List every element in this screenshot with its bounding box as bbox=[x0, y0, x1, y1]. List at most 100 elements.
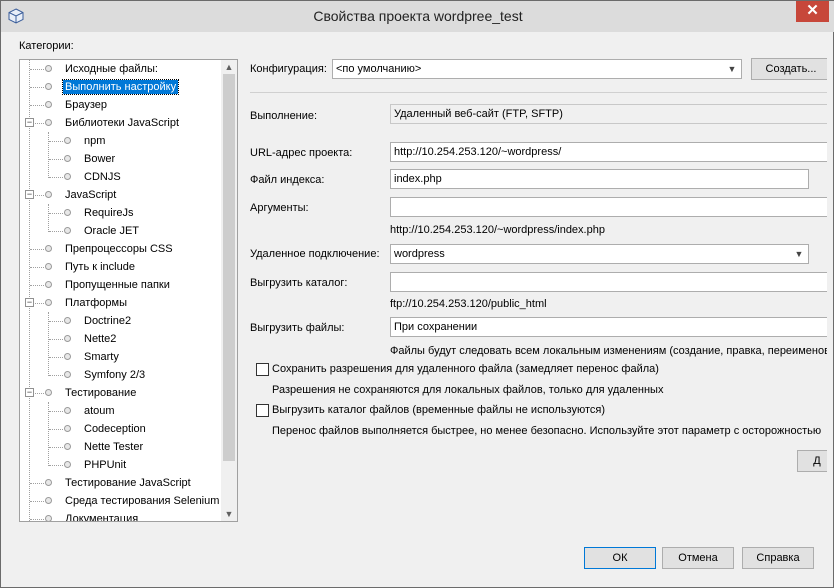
collapse-icon[interactable]: − bbox=[25, 190, 34, 199]
tree-item-javascript[interactable]: − JavaScript bbox=[20, 186, 220, 204]
tree-item-oracle-jet[interactable]: Oracle JET bbox=[20, 222, 220, 240]
tree-item-source-files[interactable]: Исходные файлы: bbox=[20, 60, 220, 78]
tree-item-doctrine2[interactable]: Doctrine2 bbox=[20, 312, 220, 330]
project-url-label: URL-адрес проекта: bbox=[250, 147, 353, 159]
arguments-label: Аргументы: bbox=[250, 202, 309, 214]
tree-node-bullet-icon bbox=[64, 137, 71, 144]
chevron-down-icon[interactable]: ▼ bbox=[724, 61, 740, 77]
tree-item-label: Среда тестирования Selenium bbox=[65, 495, 220, 507]
tree-node-bullet-icon bbox=[64, 155, 71, 162]
tree-item-label: Bower bbox=[84, 153, 116, 165]
preserve-permissions-checkbox[interactable] bbox=[256, 363, 269, 376]
tree-item-requirejs[interactable]: RequireJs bbox=[20, 204, 220, 222]
create-configuration-button[interactable]: Создать... bbox=[751, 58, 827, 80]
tree-item-label: Путь к include bbox=[65, 261, 135, 273]
tree-node-bullet-icon bbox=[64, 317, 71, 324]
tree-item-atoum[interactable]: atoum bbox=[20, 402, 220, 420]
scrollbar-thumb[interactable] bbox=[223, 74, 235, 461]
tree-node-bullet-icon bbox=[45, 515, 52, 521]
preserve-permissions-hint: Разрешения не сохраняются для локальных … bbox=[272, 384, 664, 396]
advanced-button[interactable]: Д bbox=[797, 450, 827, 472]
index-file-input[interactable]: index.php bbox=[390, 169, 809, 189]
project-url-value: http://10.254.253.120/~wordpress/ bbox=[394, 146, 562, 158]
tree-item-label: npm bbox=[84, 135, 106, 147]
ok-button[interactable]: ОК bbox=[584, 547, 656, 569]
tree-item-js-testing[interactable]: Тестирование JavaScript bbox=[20, 474, 220, 492]
tree-item-label: Nette Tester bbox=[84, 441, 144, 453]
preserve-permissions-label: Сохранить разрешения для удаленного файл… bbox=[272, 363, 659, 375]
remote-connection-combo[interactable]: wordpress ▼ bbox=[390, 244, 809, 264]
tree-item-run-configuration[interactable]: Выполнить настройку bbox=[20, 78, 220, 96]
categories-tree[interactable]: Исходные файлы: Выполнить настройку Брау… bbox=[19, 59, 238, 522]
project-url-input[interactable]: http://10.254.253.120/~wordpress/ bbox=[390, 142, 827, 162]
title-bar[interactable]: Свойства проекта wordpree_test ✕ bbox=[1, 1, 834, 32]
tree-node-bullet-icon bbox=[64, 173, 71, 180]
upload-directly-hint: Перенос файлов выполняется быстрее, но м… bbox=[272, 425, 822, 437]
upload-files-value: При сохранении bbox=[394, 321, 478, 333]
upload-directory-input[interactable] bbox=[390, 272, 827, 292]
tree-item-label: CDNJS bbox=[84, 171, 121, 183]
cancel-button[interactable]: Отмена bbox=[662, 547, 734, 569]
separator bbox=[250, 92, 827, 93]
upload-files-label: Выгрузить файлы: bbox=[250, 322, 345, 334]
tree-item-smarty[interactable]: Smarty bbox=[20, 348, 220, 366]
tree-item-cdnjs[interactable]: CDNJS bbox=[20, 168, 220, 186]
tree-item-symfony[interactable]: Symfony 2/3 bbox=[20, 366, 220, 384]
run-as-value: Удаленный веб-сайт (FTP, SFTP) bbox=[394, 108, 563, 120]
tree-item-label: Браузер bbox=[65, 99, 107, 111]
upload-directly-checkbox[interactable] bbox=[256, 404, 269, 417]
arguments-input[interactable] bbox=[390, 197, 827, 217]
dialog-window: Свойства проекта wordpree_test ✕ Категор… bbox=[0, 0, 834, 588]
tree-item-nette2[interactable]: Nette2 bbox=[20, 330, 220, 348]
tree-node-bullet-icon bbox=[45, 65, 52, 72]
tree-item-testing[interactable]: − Тестирование bbox=[20, 384, 220, 402]
collapse-icon[interactable]: − bbox=[25, 388, 34, 397]
tree-item-css-preprocessors[interactable]: Препроцессоры CSS bbox=[20, 240, 220, 258]
tree-node-bullet-icon bbox=[64, 461, 71, 468]
tree-node-bullet-icon bbox=[64, 443, 71, 450]
tree-item-label: Тестирование JavaScript bbox=[65, 477, 191, 489]
tree-node-bullet-icon bbox=[64, 371, 71, 378]
tree-item-js-libraries[interactable]: − Библиотеки JavaScript bbox=[20, 114, 220, 132]
collapse-icon[interactable]: − bbox=[25, 118, 34, 127]
upload-files-combo[interactable]: При сохранении bbox=[390, 317, 827, 337]
scroll-up-arrow-icon[interactable]: ▲ bbox=[221, 60, 237, 74]
tree-item-label: Исходные файлы: bbox=[65, 63, 158, 75]
remote-connection-label: Удаленное подключение: bbox=[250, 248, 380, 260]
run-as-field[interactable]: Удаленный веб-сайт (FTP, SFTP) bbox=[390, 104, 827, 124]
tree-item-bower[interactable]: Bower bbox=[20, 150, 220, 168]
collapse-icon[interactable]: − bbox=[25, 298, 34, 307]
tree-item-selenium[interactable]: Среда тестирования Selenium bbox=[20, 492, 220, 510]
tree-item-label: Smarty bbox=[84, 351, 119, 363]
tree-item-ignored-folders[interactable]: Пропущенные папки bbox=[20, 276, 220, 294]
upload-directory-hint: ftp://10.254.253.120/public_html bbox=[390, 298, 547, 310]
close-button[interactable]: ✕ bbox=[796, 1, 829, 22]
tree-item-label: Платформы bbox=[65, 297, 127, 309]
tree-item-label: Symfony 2/3 bbox=[84, 369, 146, 381]
tree-scrollbar[interactable]: ▲ ▼ bbox=[221, 60, 237, 521]
tree-item-frameworks[interactable]: − Платформы bbox=[20, 294, 220, 312]
tree-node-bullet-icon bbox=[45, 281, 52, 288]
tree-node-bullet-icon bbox=[45, 263, 52, 270]
tree-item-documentation[interactable]: Документация bbox=[20, 510, 220, 522]
scroll-down-arrow-icon[interactable]: ▼ bbox=[221, 507, 237, 521]
configuration-combo[interactable]: <по умолчанию> ▼ bbox=[332, 59, 742, 79]
upload-files-hint: Файлы будут следовать всем локальным изм… bbox=[390, 345, 827, 357]
tree-item-label: Пропущенные папки bbox=[65, 279, 170, 291]
tree-item-label: atoum bbox=[84, 405, 115, 417]
tree-node-bullet-icon bbox=[64, 407, 71, 414]
remote-connection-value: wordpress bbox=[394, 248, 445, 260]
configuration-value: <по умолчанию> bbox=[336, 63, 422, 75]
tree-item-include-path[interactable]: Путь к include bbox=[20, 258, 220, 276]
tree-item-npm[interactable]: npm bbox=[20, 132, 220, 150]
chevron-down-icon[interactable]: ▼ bbox=[791, 246, 807, 262]
tree-node-bullet-icon bbox=[64, 335, 71, 342]
tree-item-label: PHPUnit bbox=[84, 459, 127, 471]
tree-item-browser[interactable]: Браузер bbox=[20, 96, 220, 114]
tree-item-label: Документация bbox=[65, 513, 139, 522]
tree-node-bullet-icon bbox=[64, 209, 71, 216]
help-button[interactable]: Справка bbox=[742, 547, 814, 569]
tree-item-nette-tester[interactable]: Nette Tester bbox=[20, 438, 220, 456]
tree-item-codeception[interactable]: Codeception bbox=[20, 420, 220, 438]
tree-item-phpunit[interactable]: PHPUnit bbox=[20, 456, 220, 474]
